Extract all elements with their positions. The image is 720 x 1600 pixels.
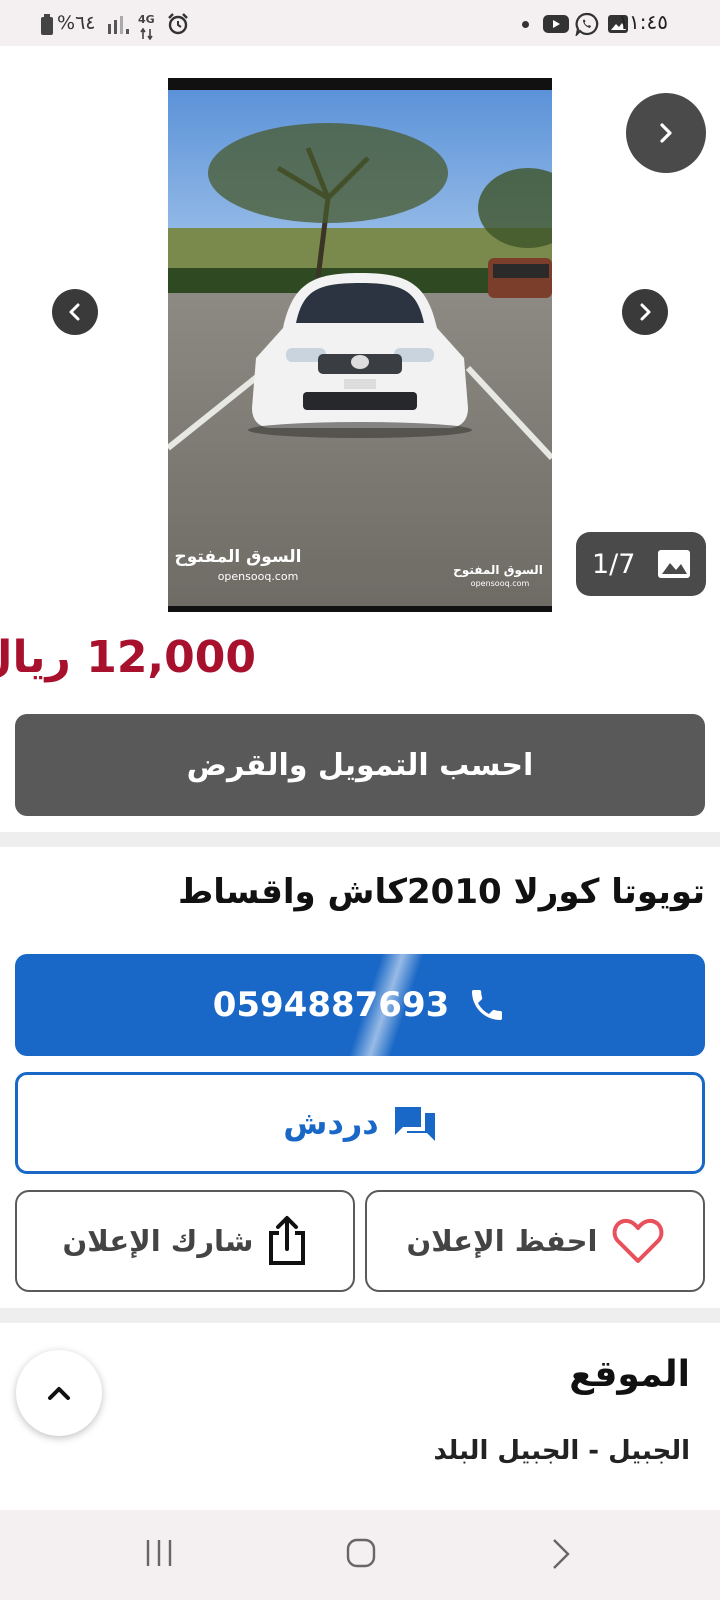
home-button[interactable] [346,1538,376,1572]
phone-number: 0594887693 [212,985,450,1025]
chat-button[interactable]: دردش [15,1072,705,1174]
home-icon [346,1538,376,1568]
listing-page: السوق المفتوح opensooq.com السوق المفتوح… [0,46,720,1510]
gallery-prev-button[interactable] [52,289,98,335]
share-label: شارك الإعلان [62,1224,254,1258]
chat-label: دردش [283,1104,379,1142]
location-heading: الموقع [569,1354,690,1395]
recents-icon [146,1540,172,1566]
system-nav-bar [0,1510,720,1600]
back-button[interactable] [548,1538,574,1574]
top-next-button[interactable] [626,93,706,173]
whatsapp-icon [575,12,599,40]
data-arrows-icon [140,25,154,44]
back-chevron-icon [553,1539,570,1569]
battery-icon [40,14,54,40]
status-time: ١١:٤٥ [618,10,668,34]
chat-icon [394,1107,435,1141]
watermark-left: السوق المفتوح [175,547,302,567]
phone-icon [472,990,503,1020]
share-icon [269,1216,306,1265]
section-divider [0,1308,720,1323]
share-ad-button[interactable]: شارك الإعلان [15,1190,355,1292]
watermark-right-en: opensooq.com [471,579,530,588]
youtube-icon [543,14,569,38]
battery-percent: %٦٤ [57,12,96,34]
price: 12,000 ريال [0,632,256,683]
finance-calculator-button[interactable]: احسب التمويل والقرض [15,714,705,816]
photo-counter-button[interactable]: 1/7 [576,532,706,596]
chevron-right-icon [660,123,672,143]
chevron-right-icon [640,303,651,321]
photo-counter-text: 1/7 [592,548,636,580]
listing-title: تويوتا كورلا 2010كاش واقساط [177,872,705,912]
scroll-to-top-button[interactable] [16,1350,102,1436]
watermark-right: السوق المفتوح [453,563,543,578]
save-ad-button[interactable]: احفظ الإعلان [365,1190,705,1292]
status-bar: %٦٤ 4G ١١:٤٥ [0,0,720,46]
recent-apps-button[interactable] [144,1538,174,1572]
finance-label: احسب التمويل والقرض [186,747,534,783]
chevron-left-icon [69,303,80,321]
image-icon [658,550,690,578]
signal-icon [108,14,130,38]
chevron-up-icon [48,1387,70,1400]
gallery-next-button[interactable] [622,289,668,335]
save-label: احفظ الإعلان [406,1224,598,1258]
location-value: الجبيل - الجبيل البلد [433,1436,690,1466]
alarm-icon [166,12,190,40]
watermark-left-en: opensooq.com [218,570,299,583]
section-divider [0,832,720,847]
heart-icon [612,1218,663,1263]
call-button[interactable]: 0594887693 [15,954,705,1056]
car-photo[interactable]: السوق المفتوح opensooq.com السوق المفتوح… [168,78,552,612]
notification-dot-icon [522,21,529,28]
